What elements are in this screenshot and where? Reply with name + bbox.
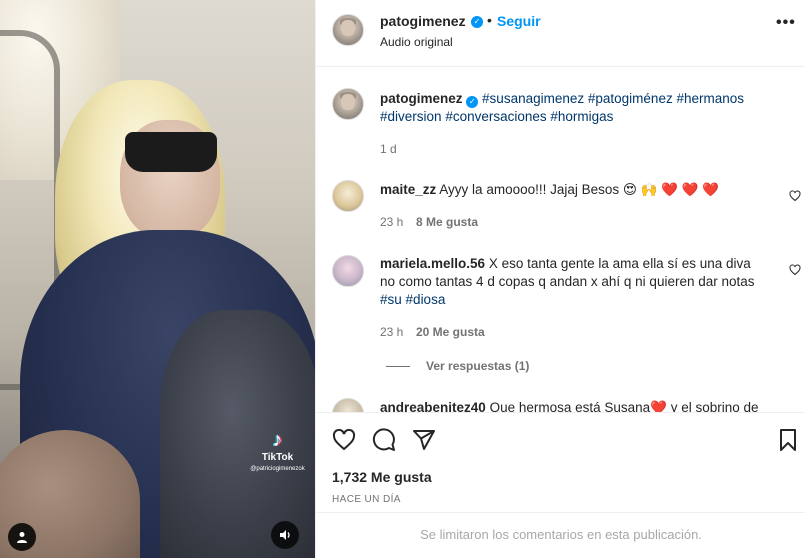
post-header: patogimenez ✓ • Seguir Audio original ••… — [316, 0, 805, 67]
hashtag[interactable]: #hormigas — [550, 109, 613, 124]
post-details-panel: patogimenez ✓ • Seguir Audio original ••… — [315, 0, 805, 558]
commenter-username[interactable]: maite_zz — [380, 182, 436, 197]
caption-avatar[interactable] — [332, 88, 364, 120]
more-options-icon[interactable]: ••• — [776, 14, 796, 32]
comment-text: andreabenitez40 Que hermosa está Susana❤… — [380, 399, 800, 412]
post-actions: 1,732 Me gusta HACE UN DÍA — [316, 412, 805, 512]
user-icon — [17, 532, 27, 543]
post-video[interactable]: ♪ TikTok @patriciogimenezok — [0, 0, 315, 558]
hashtag[interactable]: #conversaciones — [445, 109, 546, 124]
audio-original-link[interactable]: Audio original — [380, 35, 453, 49]
author-avatar[interactable] — [332, 14, 364, 46]
comment-icon[interactable] — [372, 428, 396, 452]
hashtag[interactable]: #diversion — [380, 109, 442, 124]
post-time[interactable]: HACE UN DÍA — [332, 494, 401, 505]
replies-divider — [386, 366, 410, 368]
bookmark-icon[interactable] — [776, 428, 800, 452]
comment-body-line2: no como tantas 4 d copas q andan x ahí q… — [380, 274, 755, 289]
tagged-user-button[interactable] — [8, 523, 36, 551]
comment-likes[interactable]: 20 Me gusta — [416, 325, 485, 339]
author-username[interactable]: patogimenez — [380, 13, 466, 29]
hashtag[interactable]: #susanagimenez — [482, 91, 584, 106]
comment-likes[interactable]: 8 Me gusta — [416, 215, 478, 229]
tiktok-brand: TikTok — [261, 452, 294, 463]
comment-like-icon[interactable] — [789, 264, 801, 276]
comment-body: Ayyy la amoooo!!! Jajaj Besos 😍 🙌 ❤️ ❤️ … — [439, 182, 720, 197]
hashtag[interactable]: #su — [380, 292, 402, 307]
comment-body-line1: X eso tanta gente la ama ella sí es una … — [488, 256, 751, 271]
speaker-icon — [280, 530, 290, 540]
tiktok-logo-icon: ♪ — [272, 429, 283, 451]
comment-like-icon[interactable] — [789, 190, 801, 202]
view-replies-button[interactable]: Ver respuestas (1) — [386, 359, 529, 373]
commenter-avatar[interactable] — [332, 398, 364, 412]
audio-toggle-button[interactable] — [271, 521, 299, 549]
verified-icon: ✓ — [466, 96, 479, 108]
separator-dot: • — [487, 12, 492, 28]
comment-text: mariela.mello.56 X eso tanta gente la am… — [380, 255, 780, 309]
heart-icon[interactable] — [332, 428, 356, 452]
sunglasses-shape — [125, 132, 217, 172]
commenter-username[interactable]: andreabenitez40 — [380, 400, 486, 412]
comment-body: Que hermosa está Susana❤️ y el sobrino d… — [489, 400, 759, 412]
caption-username[interactable]: patogimenez — [380, 91, 463, 106]
comment-text: maite_zz Ayyy la amoooo!!! Jajaj Besos 😍… — [380, 181, 760, 199]
follow-button[interactable]: Seguir — [497, 13, 541, 29]
hashtag[interactable]: #hermanos — [676, 91, 744, 106]
caption-text: patogimenez ✓ #susanagimenez #patogiméne… — [380, 90, 780, 126]
likes-count[interactable]: 1,732 Me gusta — [332, 469, 432, 485]
comments-section[interactable]: patogimenez ✓ #susanagimenez #patogiméne… — [316, 68, 805, 412]
commenter-username[interactable]: mariela.mello.56 — [380, 256, 485, 271]
comment-time[interactable]: 23 h — [380, 215, 403, 229]
view-replies-label: Ver respuestas (1) — [426, 359, 530, 373]
hashtag[interactable]: #patogiménez — [588, 91, 673, 106]
post-dialog: ♪ TikTok @patriciogimenezok patogimenez … — [0, 0, 805, 558]
tiktok-handle: @patriciogimenezok — [250, 466, 305, 472]
tiktok-watermark: ♪ TikTok @patriciogimenezok — [240, 430, 315, 472]
commenter-avatar[interactable] — [332, 255, 364, 287]
caption-time[interactable]: 1 d — [380, 142, 397, 156]
comments-limited-notice: Se limitaron los comentarios en esta pub… — [316, 512, 805, 558]
verified-icon: ✓ — [471, 16, 483, 28]
share-icon[interactable] — [412, 428, 436, 452]
hashtag[interactable]: #diosa — [406, 292, 446, 307]
commenter-avatar[interactable] — [332, 180, 364, 212]
comment-time[interactable]: 23 h — [380, 325, 403, 339]
